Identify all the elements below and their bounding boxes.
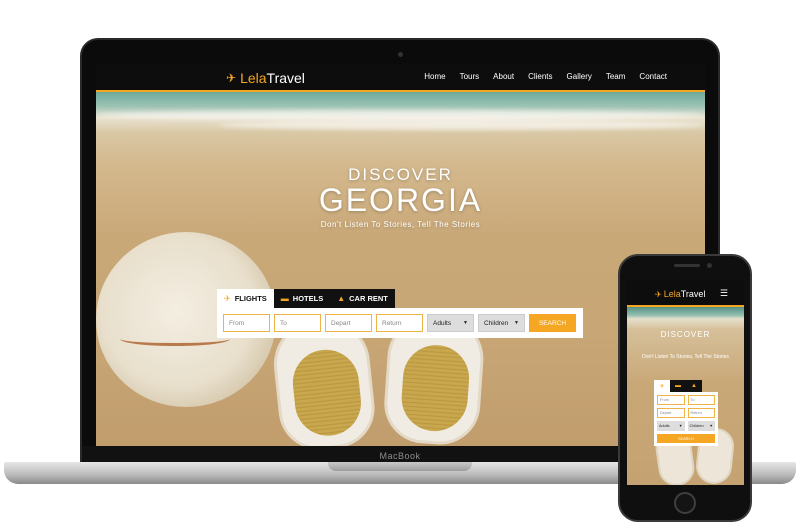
nav-item-clients[interactable]: Clients — [528, 72, 552, 81]
children-select[interactable]: Children ▼ — [478, 314, 525, 332]
tab-label: FLIGHTS — [234, 294, 267, 303]
nav-item-gallery[interactable]: Gallery — [567, 72, 592, 81]
search-widget: ✈ FLIGHTS ▬ HOTELS ▲ CAR RENT From To De… — [217, 289, 583, 338]
laptop-notch — [328, 462, 472, 471]
phone-camera — [707, 263, 712, 268]
phone-search-form: From To Depart Return Adults ▼ Children ▼ … — [654, 392, 718, 446]
adults-value: Adults — [433, 319, 452, 327]
phone-screen: ✈ LelaTravel ☰ DISCOVER Don't Listen To S… — [627, 280, 744, 485]
depart-date-input[interactable]: Depart — [325, 314, 372, 332]
bed-icon: ▬ — [280, 294, 289, 303]
adults-select[interactable]: Adults ▼ — [427, 314, 474, 332]
phone-children-select[interactable]: Children ▼ — [687, 421, 715, 431]
site-logo[interactable]: ✈ Lela Travel — [226, 70, 305, 86]
caret-down-icon: ▼ — [463, 320, 468, 326]
caret-down-icon: ▼ — [514, 320, 519, 326]
children-value: Children — [689, 424, 704, 428]
tab-label: CAR RENT — [349, 294, 388, 303]
caret-down-icon: ▼ — [678, 424, 683, 428]
phone-to-input[interactable]: To — [687, 395, 715, 405]
search-tabs: ✈ FLIGHTS ▬ HOTELS ▲ CAR RENT — [217, 289, 583, 308]
phone-from-input[interactable]: From — [657, 395, 685, 405]
phone-tab-flights[interactable]: ✈ — [654, 380, 670, 392]
search-form: From To Depart Return Adults ▼ Children … — [217, 308, 583, 338]
return-date-input[interactable]: Return — [376, 314, 423, 332]
phone-hero-line1: DISCOVER — [660, 330, 711, 339]
phone-return-input[interactable]: Return — [687, 408, 715, 418]
nav-item-contact[interactable]: Contact — [639, 72, 667, 81]
hamburger-menu-icon[interactable]: ☰ — [720, 288, 728, 299]
laptop-camera — [398, 52, 403, 57]
nav-item-tours[interactable]: Tours — [460, 72, 480, 81]
to-input[interactable]: To — [274, 314, 321, 332]
wave-foam — [217, 120, 705, 130]
tab-car-rent[interactable]: ▲ CAR RENT — [330, 289, 395, 308]
caret-down-icon: ▼ — [709, 424, 713, 428]
phone-hero-tagline: Don't Listen To Stories, Tell The Storie… — [642, 354, 729, 360]
nav-item-about[interactable]: About — [493, 72, 514, 81]
phone-navbar: ✈ LelaTravel ☰ — [627, 280, 744, 307]
wave-foam — [96, 110, 705, 120]
phone-search-button[interactable]: SEARCH — [657, 434, 715, 443]
search-button[interactable]: SEARCH — [529, 314, 576, 332]
laptop-screen: ✈ Lela Travel Home Tours About Clients G… — [96, 64, 705, 446]
device-mockup: MacBook ✈ Lela Travel Home Tours About C… — [0, 0, 800, 528]
plane-icon: ✈ — [655, 290, 662, 299]
phone-tab-hotels[interactable]: ▬ — [670, 380, 686, 392]
hat-band — [120, 332, 230, 346]
phone-speaker — [674, 264, 700, 267]
hero-tagline: Don't Listen To Stories, Tell The Storie… — [320, 220, 481, 229]
hero-title: GEORGIA — [318, 182, 483, 218]
nav-item-team[interactable]: Team — [606, 72, 626, 81]
phone-depart-input[interactable]: Depart — [657, 408, 685, 418]
nav-menu: Home Tours About Clients Gallery Team Co… — [424, 72, 667, 81]
children-value: Children — [484, 319, 509, 327]
logo-prefix: Lela — [663, 289, 681, 299]
tab-hotels[interactable]: ▬ HOTELS — [273, 289, 331, 308]
plane-icon: ✈ — [226, 71, 237, 85]
phone-tab-car-rent[interactable]: ▲ — [686, 380, 702, 392]
nav-item-home[interactable]: Home — [424, 72, 445, 81]
phone-home-button[interactable] — [674, 492, 696, 514]
tab-label: HOTELS — [292, 294, 324, 303]
phone-adults-select[interactable]: Adults ▼ — [657, 421, 685, 431]
logo-suffix: Travel — [680, 289, 706, 299]
phone-site-logo[interactable]: ✈ LelaTravel — [655, 289, 705, 299]
logo-suffix: Travel — [266, 70, 305, 86]
from-input[interactable]: From — [223, 314, 270, 332]
phone-search-tabs: ✈ ▬ ▲ — [654, 380, 718, 392]
logo-prefix: Lela — [240, 70, 267, 86]
car-icon: ▲ — [337, 294, 346, 303]
top-navbar: ✈ Lela Travel Home Tours About Clients G… — [96, 64, 705, 92]
phone-search-widget: ✈ ▬ ▲ From To Depart Return Adults ▼ Chil… — [654, 380, 718, 446]
plane-icon: ✈ — [224, 294, 231, 303]
adults-value: Adults — [659, 424, 670, 428]
tab-flights[interactable]: ✈ FLIGHTS — [217, 289, 274, 308]
